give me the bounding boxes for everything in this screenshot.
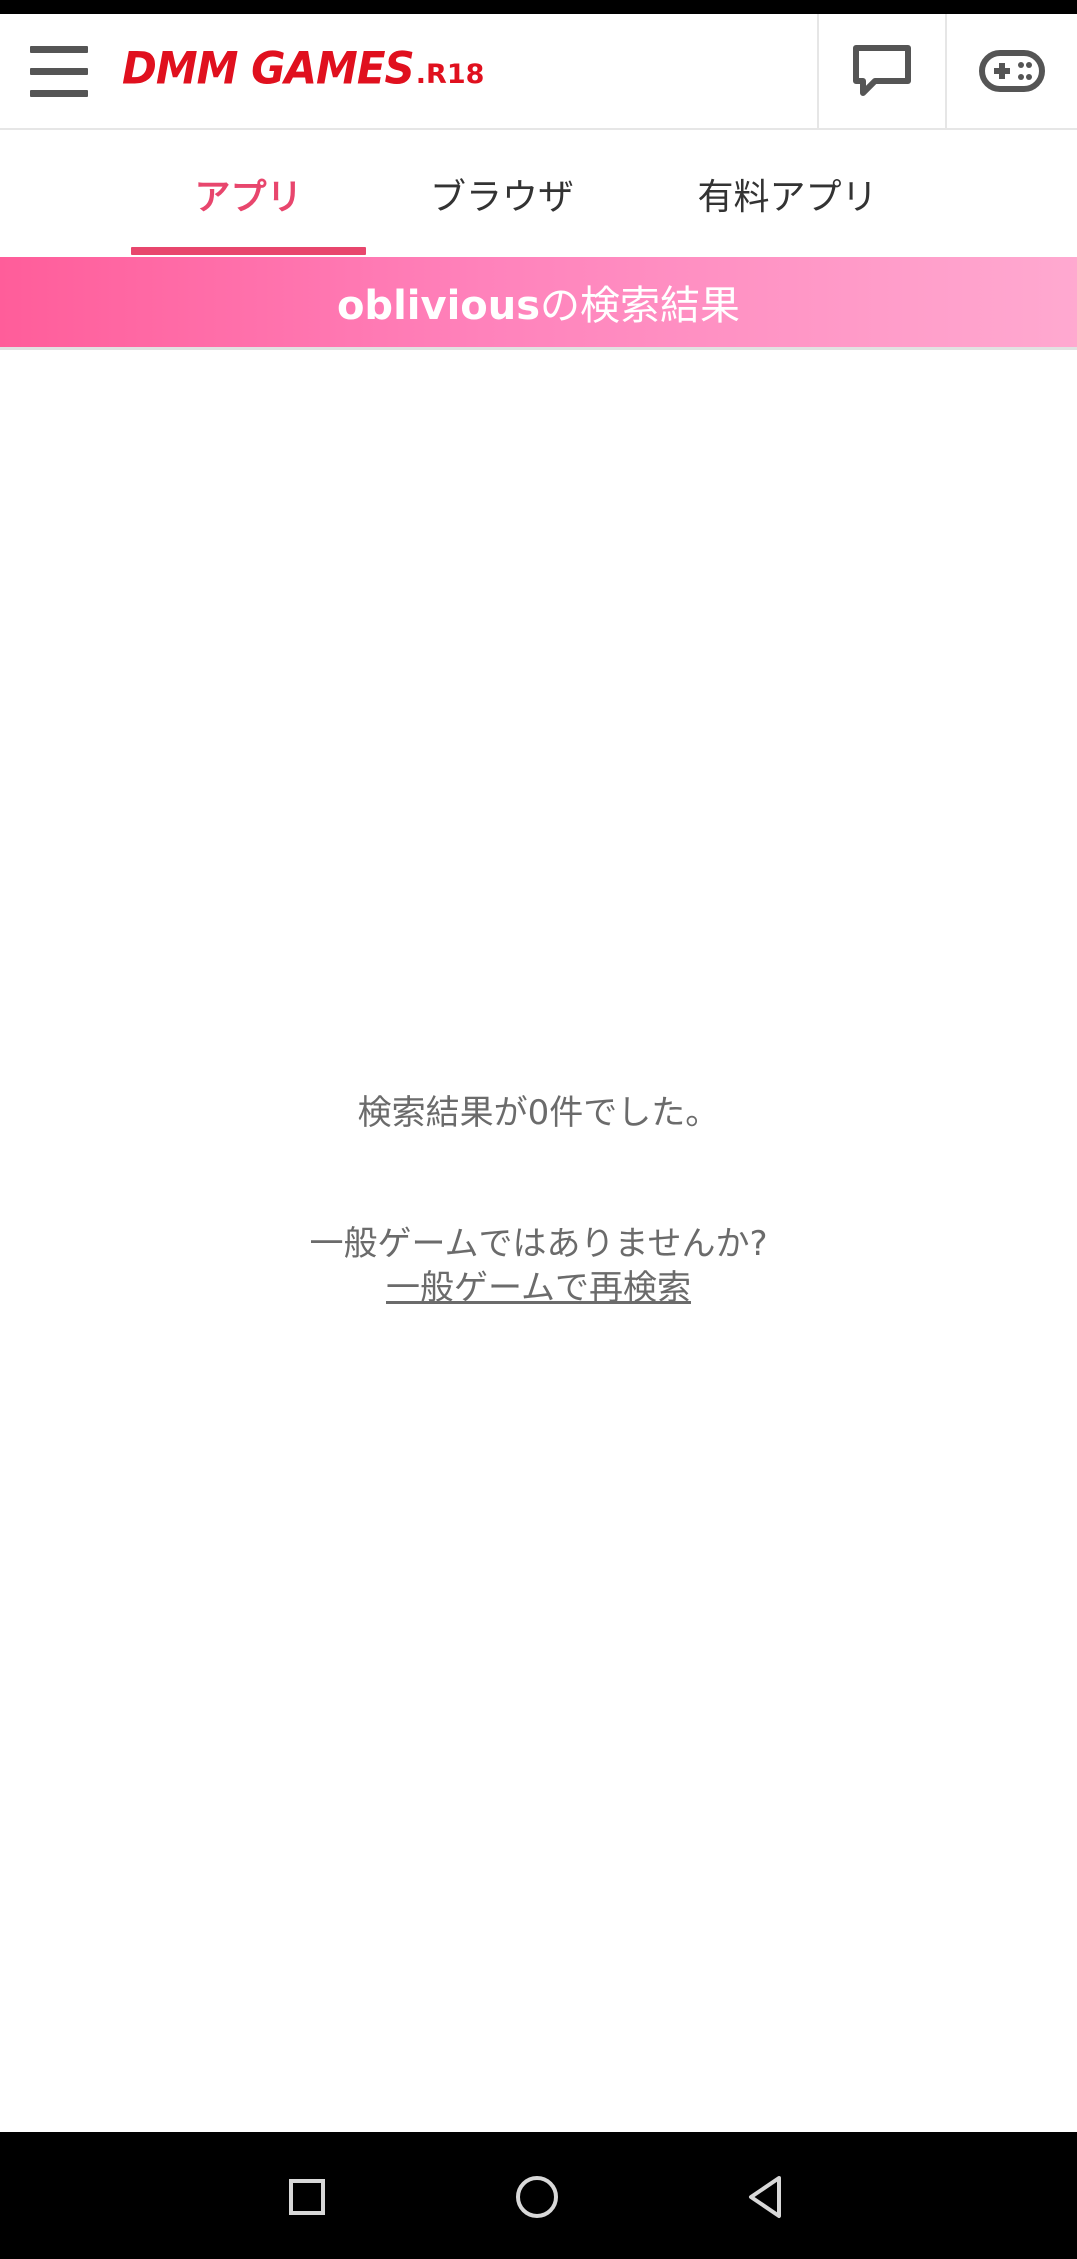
chat-bubble-icon <box>853 45 911 96</box>
active-tab-indicator <box>131 247 366 255</box>
empty-results-message: 検索結果が0件でした。 <box>357 1093 720 1133</box>
system-nav-bar <box>0 2132 1077 2259</box>
logo-main-text: DMM GAMES <box>122 42 415 95</box>
dmm-games-logo[interactable]: DMM GAMES .R18 <box>122 42 485 104</box>
recents-button[interactable] <box>272 2162 342 2232</box>
hamburger-menu-icon[interactable] <box>30 44 90 100</box>
gamepad-icon <box>979 50 1045 92</box>
back-triangle-icon <box>749 2176 781 2218</box>
home-circle-icon <box>516 2176 558 2218</box>
recents-square-icon <box>289 2179 325 2215</box>
search-results-suffix: の検索結果 <box>540 283 741 329</box>
back-button[interactable] <box>730 2162 800 2232</box>
tab-bar: アプリ ブラウザ 有料アプリ <box>0 130 1077 257</box>
search-results-title: obliviousの検索結果 <box>337 273 740 331</box>
status-bar <box>0 0 1077 14</box>
search-results-banner: obliviousの検索結果 <box>0 257 1077 350</box>
research-general-link-row: 一般ゲームで再検索 <box>0 1260 1077 1309</box>
chat-button[interactable] <box>817 14 945 128</box>
header: DMM GAMES .R18 <box>0 14 1077 130</box>
research-general-games-link[interactable]: 一般ゲームで再検索 <box>386 1268 691 1308</box>
games-button[interactable] <box>945 14 1077 128</box>
logo-sub-text: .R18 <box>415 59 485 90</box>
tab-paid-apps[interactable]: 有料アプリ <box>660 130 915 257</box>
general-games-prompt: 一般ゲームではありませんか? <box>309 1224 768 1264</box>
home-button[interactable] <box>502 2162 572 2232</box>
tab-apps[interactable]: アプリ <box>131 130 366 257</box>
search-query: oblivious <box>336 283 541 329</box>
page: DMM GAMES .R18 アプリ ブラウザ 有料アプリ obliviousの… <box>0 0 1077 2259</box>
tab-browser[interactable]: ブラウザ <box>385 130 619 257</box>
